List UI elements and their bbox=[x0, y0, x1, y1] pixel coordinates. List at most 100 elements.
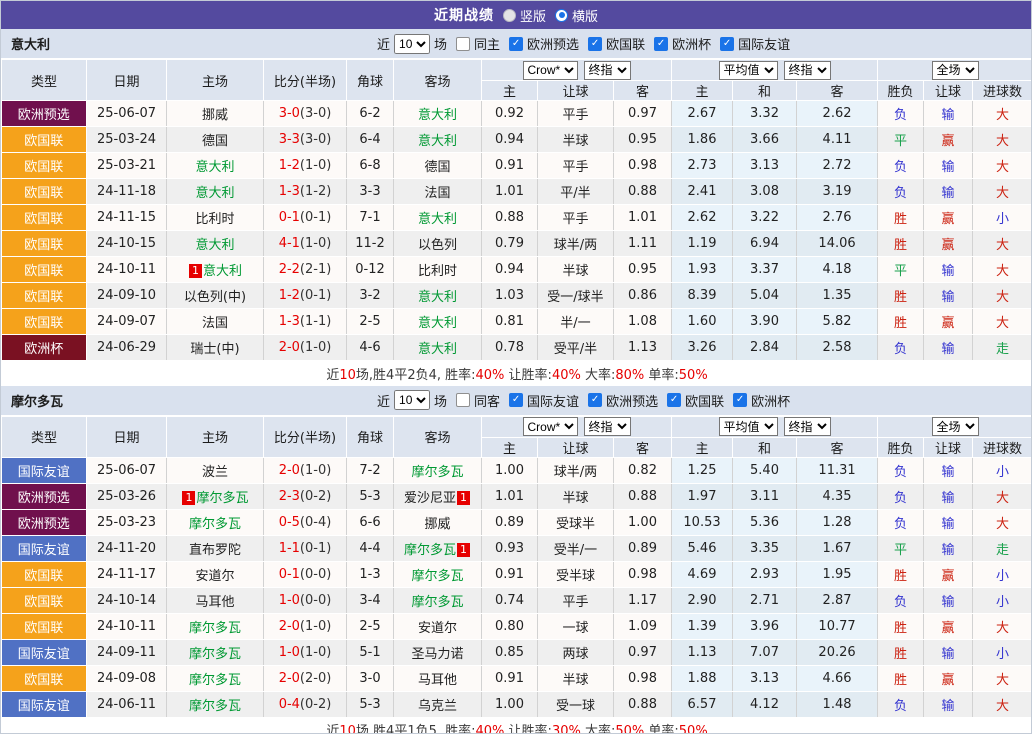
match-row: 国际友谊24-11-20直布罗陀1-1(0-1)4-4摩尔多瓦10.93受半/一… bbox=[2, 535, 1032, 561]
layout-radio-horizontal[interactable]: 横版 bbox=[555, 6, 598, 25]
avg-home-cell: 10.53 bbox=[672, 509, 733, 535]
score-cell: 0-1(0-0) bbox=[264, 561, 347, 587]
summary-segment: 10 bbox=[339, 724, 356, 734]
check-icon: ✓ bbox=[591, 395, 599, 405]
summary-segment: 场,胜4平2负4, 胜率: bbox=[356, 368, 476, 383]
average-select[interactable]: 平均值 bbox=[719, 61, 778, 80]
col-date: 日期 bbox=[87, 60, 167, 101]
competition-checkbox[interactable]: ✓ bbox=[588, 37, 602, 51]
handicap-cell: 半球 bbox=[538, 257, 614, 283]
odds-stage-select[interactable]: 终指 bbox=[584, 417, 631, 436]
away-team-cell: 摩尔多瓦 bbox=[394, 457, 482, 483]
layout-radio-vertical[interactable]: 竖版 bbox=[503, 6, 546, 25]
date-cell: 25-03-23 bbox=[87, 509, 167, 535]
halftime-score: (1-0) bbox=[300, 619, 331, 634]
scope-select[interactable]: 全场 bbox=[932, 61, 979, 80]
same-venue-checkbox[interactable] bbox=[456, 37, 470, 51]
summary-segment: 大率: bbox=[581, 724, 616, 734]
handicap-cell: 球半/两 bbox=[538, 457, 614, 483]
goals-result-cell: 小 bbox=[973, 639, 1032, 665]
competition-checkbox[interactable]: ✓ bbox=[667, 393, 681, 407]
halftime-score: (1-0) bbox=[300, 158, 331, 173]
team-name-text: 意大利 bbox=[418, 108, 457, 123]
match-row: 欧国联24-09-07法国1-3(1-1)2-5意大利0.81半/一1.081.… bbox=[2, 309, 1032, 335]
recent-count-select[interactable]: 10 bbox=[394, 390, 430, 410]
avg-draw-cell: 3.08 bbox=[733, 179, 797, 205]
home-odds-cell: 0.88 bbox=[482, 205, 538, 231]
average-group-header: 平均值 终指 bbox=[672, 60, 878, 81]
avg-away-cell: 1.48 bbox=[797, 691, 878, 717]
games-label: 场 bbox=[434, 391, 447, 410]
competition-checkbox[interactable]: ✓ bbox=[654, 37, 668, 51]
match-row: 欧洲预选25-03-261摩尔多瓦2-3(0-2)5-3爱沙尼亚11.01半球0… bbox=[2, 483, 1032, 509]
subcol-avg-home: 主 bbox=[672, 81, 733, 101]
average-stage-select[interactable]: 终指 bbox=[784, 61, 831, 80]
score-cell: 0-4(0-2) bbox=[264, 691, 347, 717]
home-team-cell: 瑞士(中) bbox=[167, 335, 264, 361]
fulltime-score: 1-2 bbox=[279, 288, 300, 303]
away-team-cell: 法国 bbox=[394, 179, 482, 205]
halftime-score: (2-0) bbox=[300, 671, 331, 686]
average-select[interactable]: 平均值 bbox=[719, 417, 778, 436]
goals-result-cell: 小 bbox=[973, 561, 1032, 587]
odds-company-select[interactable]: Crow* bbox=[523, 417, 578, 436]
competition-checkbox[interactable]: ✓ bbox=[720, 37, 734, 51]
subcol-handicap: 让球 bbox=[538, 81, 614, 101]
handicap-cell: 平手 bbox=[538, 587, 614, 613]
odds-stage-select[interactable]: 终指 bbox=[584, 61, 631, 80]
team-name-text: 摩尔多瓦 bbox=[189, 621, 241, 636]
fulltime-score: 1-3 bbox=[279, 314, 300, 329]
score-cell: 4-1(1-0) bbox=[264, 231, 347, 257]
team-name-text: 马耳他 bbox=[418, 673, 457, 688]
home-team-cell: 意大利 bbox=[167, 231, 264, 257]
scope-select[interactable]: 全场 bbox=[932, 417, 979, 436]
odds-company-select[interactable]: Crow* bbox=[523, 61, 578, 80]
score-cell: 2-2(2-1) bbox=[264, 257, 347, 283]
corners-cell: 6-4 bbox=[347, 127, 394, 153]
col-corner: 角球 bbox=[347, 416, 394, 457]
result-cell: 胜 bbox=[878, 561, 924, 587]
competition-checkbox[interactable]: ✓ bbox=[509, 37, 523, 51]
same-venue-checkbox[interactable] bbox=[456, 393, 470, 407]
handicap-result-cell: 赢 bbox=[924, 561, 973, 587]
team-name-text: 法国 bbox=[202, 316, 228, 331]
goals-result-cell: 小 bbox=[973, 587, 1032, 613]
competition-checkbox[interactable]: ✓ bbox=[733, 393, 747, 407]
away-odds-cell: 0.98 bbox=[614, 665, 672, 691]
date-cell: 25-06-07 bbox=[87, 457, 167, 483]
recent-count-select[interactable]: 10 bbox=[394, 34, 430, 54]
competition-checkbox[interactable]: ✓ bbox=[509, 393, 523, 407]
result-cell: 胜 bbox=[878, 205, 924, 231]
home-team-cell: 摩尔多瓦 bbox=[167, 665, 264, 691]
avg-draw-cell: 3.22 bbox=[733, 205, 797, 231]
home-team-cell: 直布罗陀 bbox=[167, 535, 264, 561]
halftime-score: (1-2) bbox=[300, 184, 331, 199]
halftime-score: (0-1) bbox=[300, 288, 331, 303]
result-cell: 平 bbox=[878, 535, 924, 561]
avg-home-cell: 3.26 bbox=[672, 335, 733, 361]
games-label: 场 bbox=[434, 34, 447, 53]
avg-draw-cell: 3.96 bbox=[733, 613, 797, 639]
avg-away-cell: 4.66 bbox=[797, 665, 878, 691]
away-team-cell: 意大利 bbox=[394, 127, 482, 153]
handicap-result-cell: 输 bbox=[924, 457, 973, 483]
competition-type-cell: 欧国联 bbox=[2, 309, 87, 335]
avg-home-cell: 1.88 bbox=[672, 665, 733, 691]
handicap-result-cell: 输 bbox=[924, 639, 973, 665]
fulltime-score: 1-1 bbox=[279, 541, 300, 556]
handicap-cell: 受一球 bbox=[538, 691, 614, 717]
team-name-text: 摩尔多瓦 bbox=[189, 673, 241, 688]
away-team-cell: 爱沙尼亚1 bbox=[394, 483, 482, 509]
same-venue-label: 同主 bbox=[474, 34, 500, 53]
result-cell: 平 bbox=[878, 257, 924, 283]
average-stage-select[interactable]: 终指 bbox=[784, 417, 831, 436]
away-odds-cell: 1.08 bbox=[614, 309, 672, 335]
summary-segment: 单率: bbox=[644, 724, 679, 734]
radio-selected-icon bbox=[555, 9, 568, 22]
col-away: 客场 bbox=[394, 60, 482, 101]
avg-draw-cell: 3.13 bbox=[733, 665, 797, 691]
competition-checkbox[interactable]: ✓ bbox=[588, 393, 602, 407]
team-name-text: 波兰 bbox=[202, 465, 228, 480]
match-row: 欧洲杯24-06-29瑞士(中)2-0(1-0)4-6意大利0.78受平/半1.… bbox=[2, 335, 1032, 361]
fulltime-score: 2-0 bbox=[279, 463, 300, 478]
